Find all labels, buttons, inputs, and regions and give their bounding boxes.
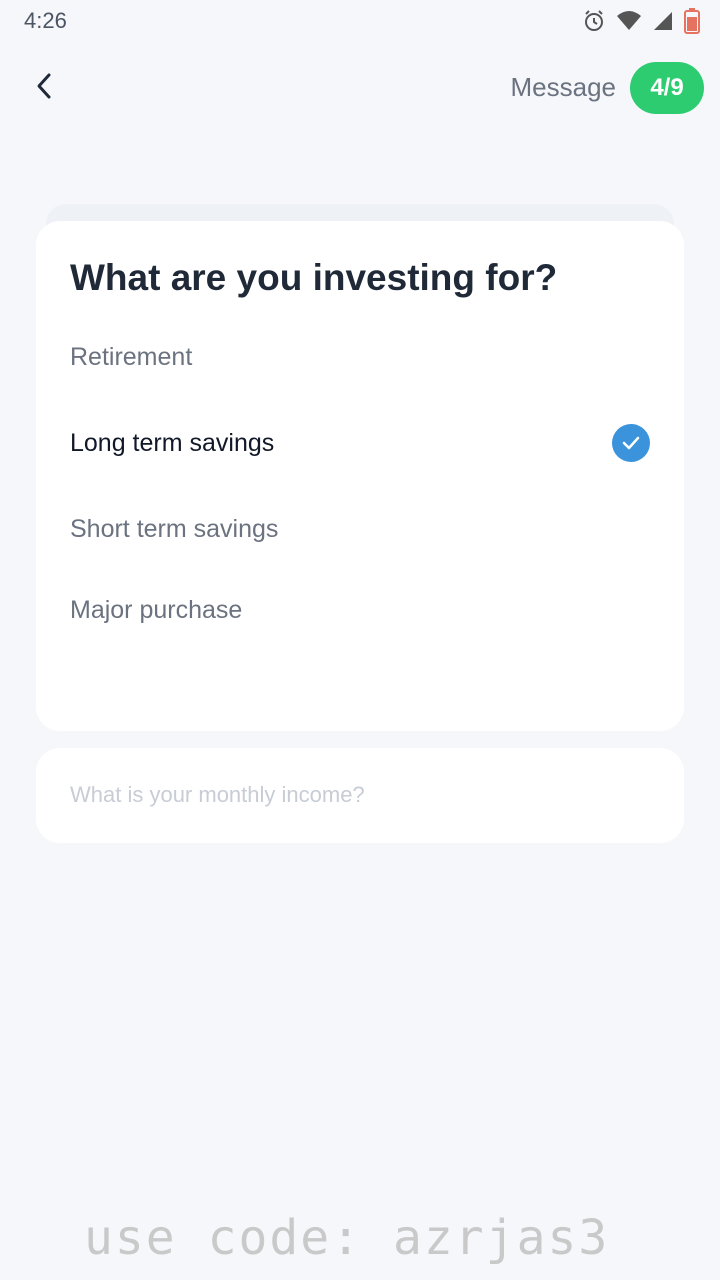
- option-label: Long term savings: [70, 428, 275, 457]
- option-label: Major purchase: [70, 595, 243, 624]
- question-card: What are you investing for? Retirement L…: [36, 221, 684, 731]
- alarm-icon: [582, 9, 606, 33]
- option-label: Retirement: [70, 342, 193, 371]
- signal-icon: [652, 10, 674, 32]
- check-icon: [612, 424, 650, 462]
- status-icons: [582, 8, 700, 34]
- option-retirement[interactable]: Retirement: [70, 329, 650, 385]
- status-bar: 4:26: [0, 0, 720, 44]
- next-question-card[interactable]: What is your monthly income?: [36, 748, 684, 843]
- chevron-left-icon: [34, 72, 54, 105]
- progress-badge: 4/9: [630, 62, 704, 114]
- option-major-purchase[interactable]: Major purchase: [70, 582, 650, 638]
- next-question-title: What is your monthly income?: [70, 782, 365, 807]
- option-short-term-savings[interactable]: Short term savings: [70, 501, 650, 557]
- question-title: What are you investing for?: [70, 257, 558, 298]
- back-button[interactable]: [22, 66, 66, 110]
- battery-icon: [684, 8, 700, 34]
- wifi-icon: [616, 10, 642, 32]
- top-bar: Message 4/9: [0, 56, 720, 120]
- status-time: 4:26: [24, 8, 67, 33]
- promo-code-text: use code: azrjas3: [84, 1210, 610, 1266]
- option-long-term-savings[interactable]: Long term savings: [70, 415, 650, 471]
- message-link[interactable]: Message: [511, 72, 617, 103]
- option-label: Short term savings: [70, 514, 279, 543]
